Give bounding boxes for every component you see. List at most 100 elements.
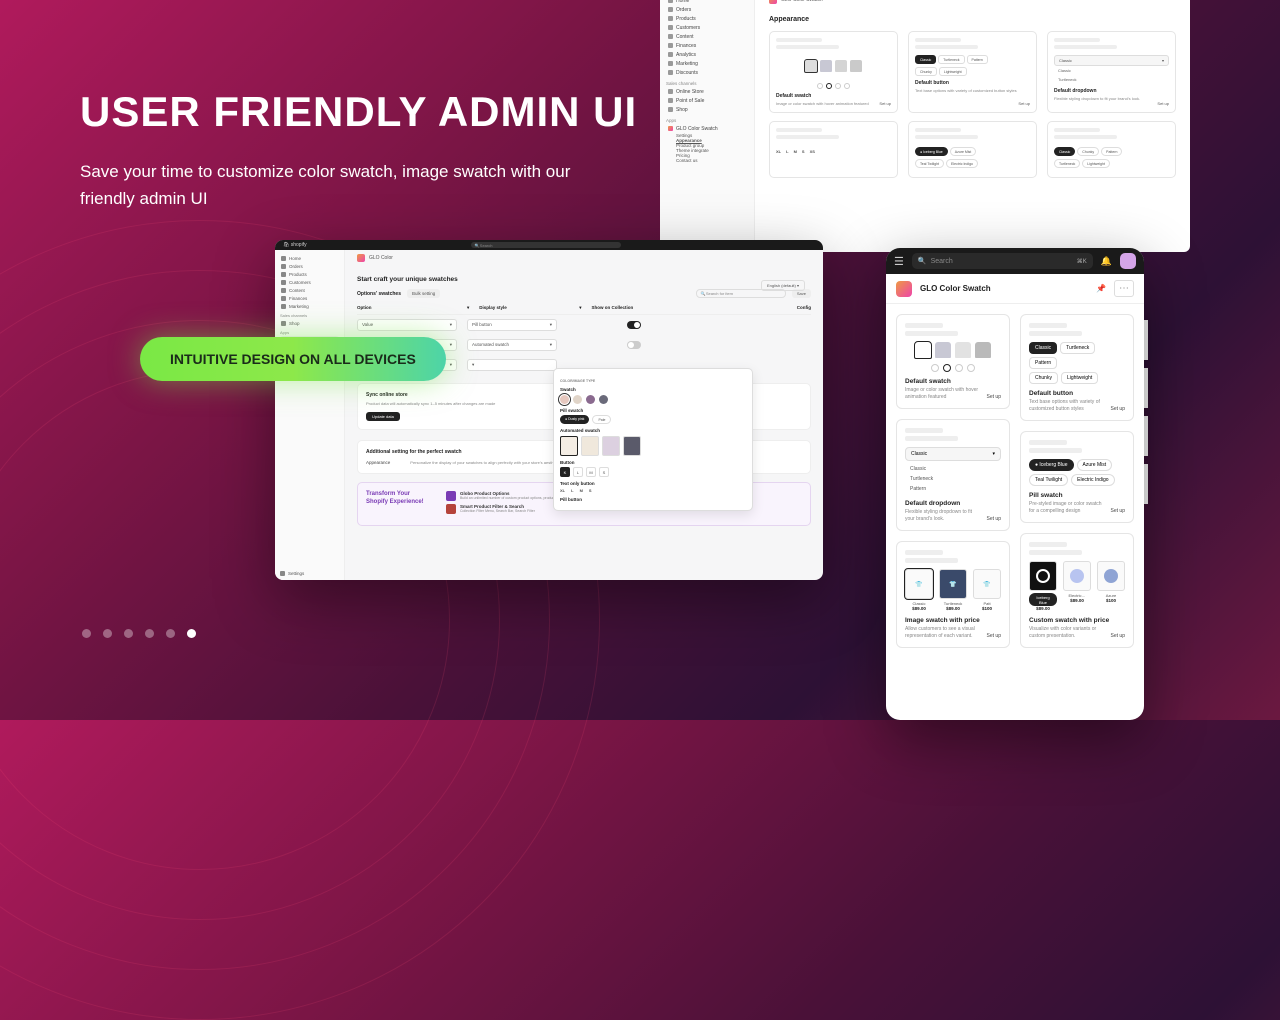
- chevron-down-icon: ▾: [579, 305, 581, 311]
- carousel-dot-active[interactable]: [187, 629, 196, 638]
- nav-marketing[interactable]: Marketing: [666, 59, 748, 68]
- carousel-dot[interactable]: [124, 629, 133, 638]
- menu-icon[interactable]: ☰: [894, 255, 904, 268]
- card-desc: Text base options with variety of custom…: [1029, 399, 1106, 412]
- nav-customers[interactable]: Customers: [666, 23, 748, 32]
- nav-content[interactable]: Content: [280, 286, 339, 294]
- global-search[interactable]: 🔍 Search: [471, 242, 621, 248]
- setup-button[interactable]: Set up: [1157, 101, 1169, 106]
- nav-marketing[interactable]: Marketing: [280, 302, 339, 310]
- card-desc: Allow customers to see a visual represen…: [905, 626, 982, 639]
- nav-shop[interactable]: Shop: [280, 319, 339, 327]
- nav-analytics[interactable]: Analytics: [666, 50, 748, 59]
- locale-selector[interactable]: English (default) ▾: [761, 280, 805, 291]
- style-select[interactable]: Automated swatch▾: [467, 339, 557, 351]
- card-title: Default dropdown: [1054, 88, 1169, 94]
- nav-settings[interactable]: Settings: [280, 571, 304, 576]
- card-desc: Image or color swatch with hover animati…: [776, 101, 891, 106]
- desktop-admin-screenshot: 🛍 shopify 🔍 Search Home Orders Products …: [275, 240, 823, 580]
- bell-icon[interactable]: 🔔: [1101, 256, 1112, 267]
- setup-button[interactable]: Set up: [987, 394, 1001, 400]
- card-title: Default swatch: [776, 93, 891, 99]
- card-default-button[interactable]: ClassicTurtleneckPattern ChunkyLightweig…: [908, 31, 1037, 113]
- nav-online-store[interactable]: Online Store: [666, 87, 748, 96]
- app-title: GLO Color: [369, 255, 393, 261]
- sidebar-apps-header: Apps: [280, 330, 339, 335]
- carousel-dot[interactable]: [103, 629, 112, 638]
- app-title: GLO Color Swatch: [920, 284, 991, 293]
- setup-button[interactable]: Set up: [1111, 508, 1125, 514]
- nav-shop[interactable]: Shop: [666, 105, 748, 114]
- kbd-shortcut: ⌘K: [1077, 258, 1087, 265]
- nav-products[interactable]: Products: [280, 270, 339, 278]
- style-select[interactable]: Pill button▾: [467, 319, 557, 331]
- hero-title: USER FRIENDLY ADMIN UI: [80, 88, 637, 136]
- gear-icon: [280, 571, 285, 576]
- card-pill-swatch[interactable]: ● Iceberg BlueAzure Mist Teal TwilightEl…: [908, 121, 1037, 178]
- card-default-dropdown[interactable]: Classic▾ Classic Turtleneck Pattern Defa…: [896, 419, 1010, 531]
- nav-content[interactable]: Content: [666, 32, 748, 41]
- admin-sidebar: Home Orders Products Customers Content F…: [660, 0, 755, 252]
- setup-button[interactable]: Set up: [987, 633, 1001, 639]
- chevron-down-icon: ▾: [1162, 58, 1164, 63]
- card-title: Default dropdown: [905, 500, 1001, 507]
- card-image-swatch-price[interactable]: 👕Classic$89.00 👕Turtleneck$89.00 👕Patt$1…: [896, 541, 1010, 648]
- card-desc: Flexible styling dropdown to fit your br…: [1054, 96, 1169, 101]
- card-title: Custom swatch with price: [1029, 617, 1125, 624]
- card-title: Default button: [1029, 390, 1125, 397]
- nav-app-glo[interactable]: GLO Color Swatch: [666, 124, 748, 133]
- search-input[interactable]: 🔍Search⌘K: [912, 253, 1093, 269]
- dropdown-select[interactable]: Classic▾: [905, 447, 1001, 461]
- card-default-swatch[interactable]: Default swatch Image or color swatch wit…: [896, 314, 1010, 409]
- option-select[interactable]: Value▾: [357, 319, 457, 331]
- card-desc: Text base options with variety of custom…: [915, 88, 1030, 93]
- nav-customers[interactable]: Customers: [280, 278, 339, 286]
- setup-button[interactable]: Set up: [1018, 101, 1030, 106]
- collection-toggle[interactable]: [627, 341, 641, 349]
- carousel-dot[interactable]: [145, 629, 154, 638]
- nav-finances[interactable]: Finances: [280, 294, 339, 302]
- nav-orders[interactable]: Orders: [280, 262, 339, 270]
- sidebar-channels-header: Sales channels: [666, 81, 748, 86]
- avatar[interactable]: [1120, 253, 1136, 269]
- setup-button[interactable]: Set up: [1111, 406, 1125, 412]
- nav-orders[interactable]: Orders: [666, 5, 748, 14]
- card-default-swatch[interactable]: Default swatch Image or color swatch wit…: [769, 31, 898, 113]
- card-size[interactable]: XLLMSXS: [769, 121, 898, 178]
- card-pill-text[interactable]: ClassicChunkyPattern TurtleneckLightweig…: [1047, 121, 1176, 178]
- table-row: Value▾ Pill button▾: [357, 315, 811, 335]
- carousel-dots[interactable]: [82, 629, 196, 638]
- card-default-button[interactable]: ClassicTurtleneckPattern ChunkyLightweig…: [1020, 314, 1134, 421]
- card-custom-swatch-price[interactable]: Iceberg Blue$89.00 Electric…$89.00 Azure…: [1020, 533, 1134, 648]
- nav-sub-contact[interactable]: Contact us: [666, 158, 748, 163]
- carousel-dot[interactable]: [166, 629, 175, 638]
- section-title: Appearance: [769, 16, 1176, 23]
- card-default-dropdown[interactable]: Classic▾ Classic Turtleneck Default drop…: [1047, 31, 1176, 113]
- top-bar: 🛍 shopify 🔍 Search: [275, 240, 823, 250]
- style-select[interactable]: ▾: [467, 359, 557, 371]
- nav-products[interactable]: Products: [666, 14, 748, 23]
- chevron-down-icon: ▾: [467, 305, 469, 311]
- nav-discounts[interactable]: Discounts: [666, 68, 748, 77]
- tab-bulk[interactable]: Bulk setting: [407, 289, 440, 298]
- pin-icon[interactable]: 📌: [1096, 284, 1106, 293]
- more-icon[interactable]: ⋯: [1114, 280, 1134, 297]
- card-desc: Flexible styling dropdown to fit your br…: [905, 509, 982, 522]
- nav-pos[interactable]: Point of Sale: [666, 96, 748, 105]
- mobile-topbar: ☰ 🔍Search⌘K 🔔: [886, 248, 1144, 274]
- card-desc: Image or color swatch with hover animati…: [905, 387, 982, 400]
- nav-home[interactable]: Home: [280, 254, 339, 262]
- sync-desc: Product data will automatically sync 1–5…: [366, 401, 578, 407]
- card-pill-swatch[interactable]: ● Iceberg BlueAzure Mist Teal TwilightEl…: [1020, 431, 1134, 523]
- update-data-button[interactable]: Update data: [366, 412, 400, 421]
- setup-button[interactable]: Set up: [987, 516, 1001, 522]
- carousel-dot[interactable]: [82, 629, 91, 638]
- setup-button[interactable]: Set up: [1111, 633, 1125, 639]
- app-logo-icon: [769, 0, 777, 4]
- card-desc: Pre-styled image or color swatch for a c…: [1029, 501, 1106, 514]
- collection-toggle[interactable]: [627, 321, 641, 329]
- admin-sidebar: Home Orders Products Customers Content F…: [275, 250, 345, 580]
- setup-button[interactable]: Set up: [879, 101, 891, 106]
- nav-finances[interactable]: Finances: [666, 41, 748, 50]
- card-title: Default swatch: [905, 378, 1001, 385]
